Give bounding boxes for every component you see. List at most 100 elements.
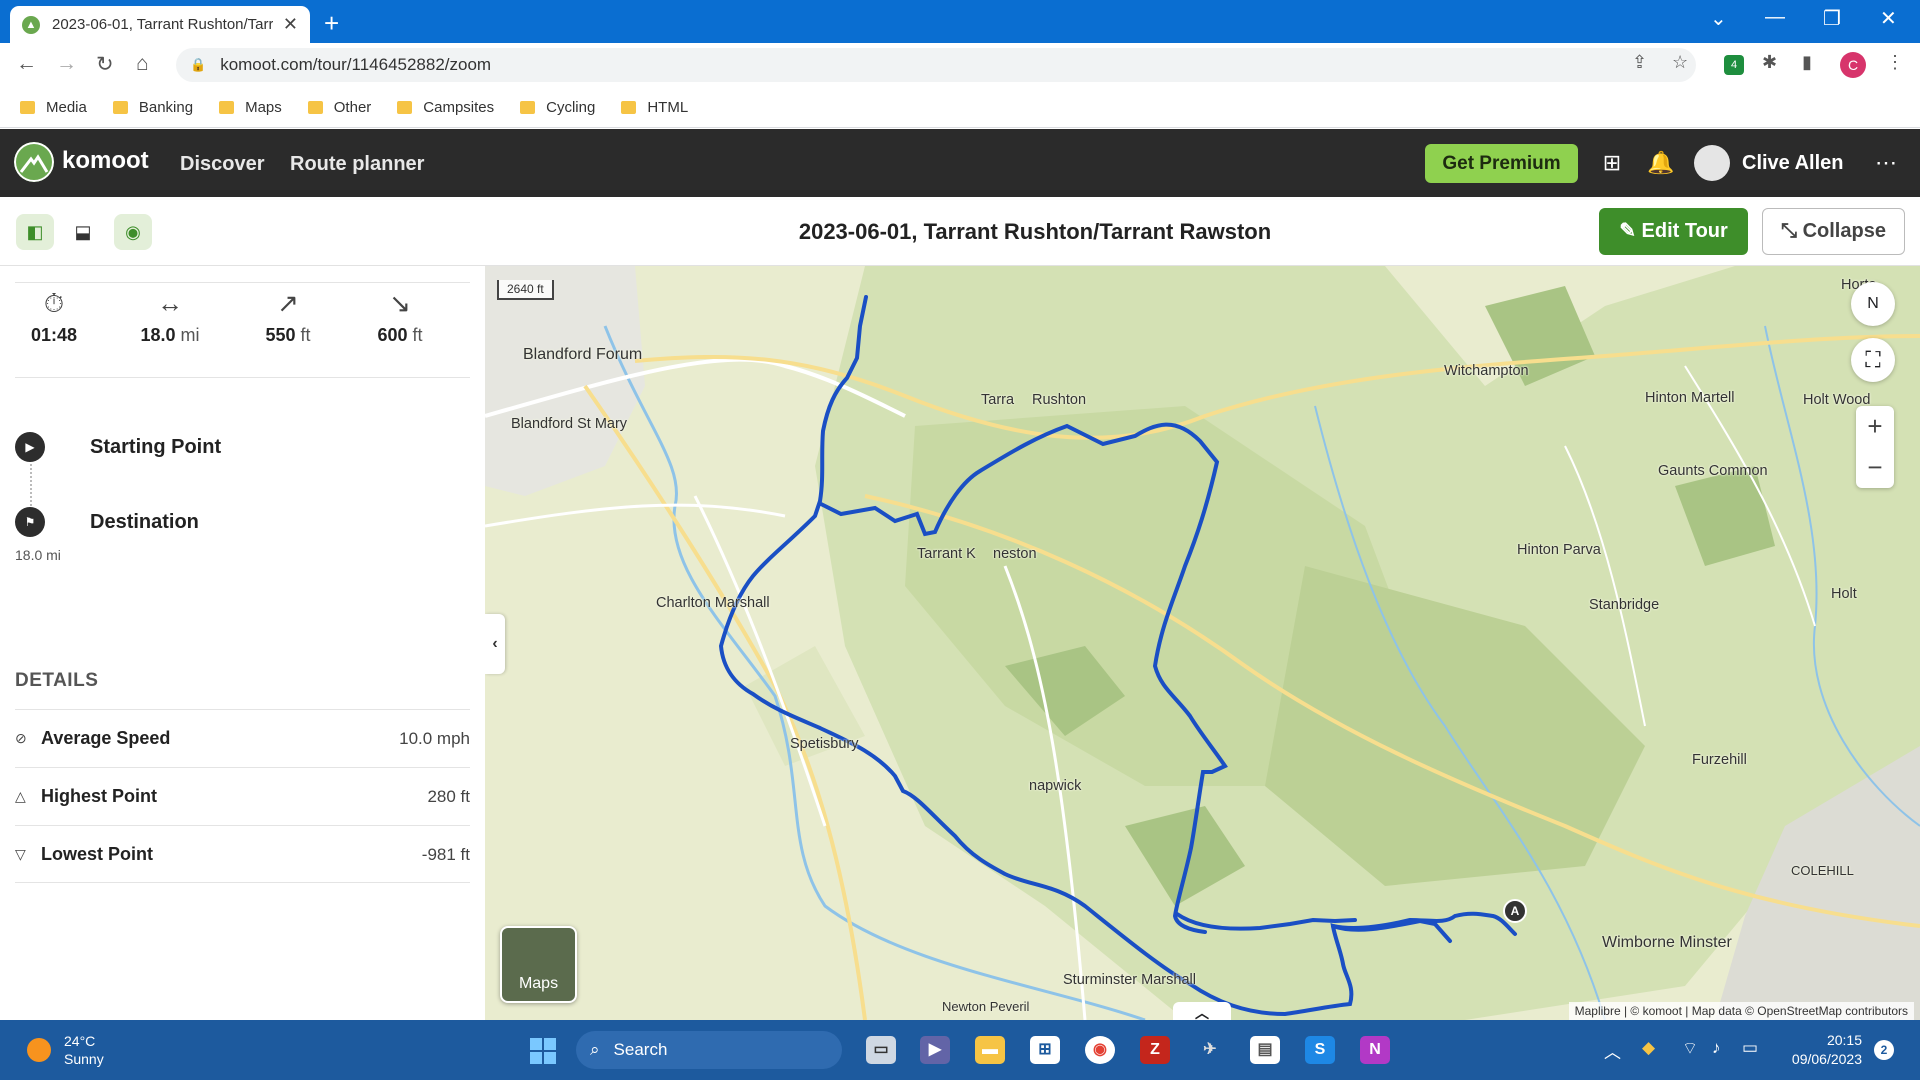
- zoom-controls: + −: [1856, 406, 1894, 488]
- collapse-sidebar-button[interactable]: ‹: [485, 614, 505, 674]
- weather-widget[interactable]: 24°C Sunny: [64, 1032, 104, 1068]
- nav-discover[interactable]: Discover: [180, 153, 265, 176]
- play-icon: ▶: [15, 432, 45, 462]
- bookmark-maps[interactable]: Maps: [219, 99, 282, 116]
- taskbar-search[interactable]: ⌕ Search: [576, 1031, 842, 1069]
- bookmark-campsites[interactable]: Campsites: [397, 99, 494, 116]
- place-label: Hinton Parva: [1517, 542, 1601, 558]
- stat-downhill: ↘ 600 ft: [345, 283, 455, 346]
- file-explorer-icon[interactable]: ▬: [975, 1036, 1005, 1064]
- user-name[interactable]: Clive Allen: [1742, 152, 1844, 175]
- notification-badge[interactable]: 2: [1874, 1040, 1894, 1060]
- tour-sidebar: ⏱ 01:48 ↔ 18.0 mi ↗ 550 ft ↘ 600 ft ▶ St…: [0, 266, 485, 1020]
- share-icon[interactable]: ⇪: [1632, 52, 1647, 73]
- create-plus-icon[interactable]: ⊞: [1596, 147, 1628, 179]
- browser-menu-icon[interactable]: ⋮: [1886, 52, 1904, 73]
- tour-map[interactable]: 2640 ft Blandford Forum Blandford St Mar…: [485, 266, 1920, 1020]
- bookmark-media[interactable]: Media: [20, 99, 87, 116]
- folder-icon: [520, 100, 536, 114]
- lock-icon[interactable]: 🔒: [190, 57, 206, 73]
- task-view-icon[interactable]: ▭: [866, 1036, 896, 1064]
- place-label: Sturminster Marshall: [1063, 972, 1196, 988]
- onenote-icon[interactable]: N: [1360, 1036, 1390, 1064]
- extensions-puzzle-icon[interactable]: ✱: [1762, 52, 1777, 73]
- volume-icon[interactable]: ♪: [1712, 1038, 1721, 1058]
- more-menu-icon[interactable]: ⋯: [1870, 147, 1902, 179]
- close-window-icon[interactable]: ✕: [1880, 6, 1897, 31]
- browser-tab-strip: ▲ 2023-06-01, Tarrant Rushton/Tarr ✕ + ⌄…: [0, 0, 1920, 43]
- side-panel-icon[interactable]: ▮: [1802, 52, 1812, 73]
- wifi-icon[interactable]: ⌔: [1682, 1038, 1698, 1059]
- bookmark-star-icon[interactable]: ☆: [1672, 52, 1688, 73]
- get-premium-button[interactable]: Get Premium: [1425, 144, 1578, 183]
- route-connector: [30, 464, 32, 506]
- home-icon[interactable]: ⌂: [136, 52, 149, 76]
- folder-icon: [621, 100, 637, 114]
- windows-start-icon[interactable]: [530, 1038, 556, 1064]
- profile-avatar[interactable]: C: [1840, 52, 1866, 78]
- address-bar[interactable]: 🔒 komoot.com/tour/1146452882/zoom: [176, 48, 1696, 82]
- place-label: COLEHILL: [1791, 863, 1854, 878]
- waypoint-destination[interactable]: ⚑ Destination: [15, 507, 199, 537]
- extension-shield-icon[interactable]: 4: [1724, 55, 1744, 75]
- bookmark-cycling[interactable]: Cycling: [520, 99, 595, 116]
- place-label: Blandford Forum: [523, 346, 643, 363]
- bookmark-html[interactable]: HTML: [621, 99, 688, 116]
- fit-route-button[interactable]: ⛶: [1851, 338, 1895, 382]
- triangle-up-icon: △: [15, 788, 26, 804]
- filezilla-icon[interactable]: Z: [1140, 1036, 1170, 1064]
- stat-distance: ↔ 18.0 mi: [115, 283, 225, 346]
- place-label: Charlton Marshall: [656, 595, 770, 611]
- notepad-icon[interactable]: ▤: [1250, 1036, 1280, 1064]
- bookmark-other[interactable]: Other: [307, 99, 371, 116]
- expand-profile-button[interactable]: ︿: [1173, 1002, 1231, 1020]
- tour-toolbar: ◧ ⬓ ◉ 2023-06-01, Tarrant Rushton/Tarran…: [0, 197, 1920, 266]
- battery-icon[interactable]: ▭: [1742, 1038, 1758, 1058]
- flag-icon: ⚑: [15, 507, 45, 537]
- nav-route-planner[interactable]: Route planner: [290, 153, 424, 176]
- edit-tour-button[interactable]: ✎ Edit Tour: [1599, 208, 1748, 255]
- komoot-wordmark[interactable]: komoot: [62, 147, 149, 175]
- divider: [15, 882, 470, 883]
- uphill-arrow-icon: ↗: [277, 288, 299, 318]
- new-tab-icon[interactable]: +: [324, 8, 339, 39]
- notifications-bell-icon[interactable]: 🔔: [1645, 147, 1677, 179]
- zoom-in-button[interactable]: +: [1856, 406, 1894, 447]
- skype-icon[interactable]: S: [1305, 1036, 1335, 1064]
- place-label: Hinton Martell: [1645, 390, 1735, 406]
- restore-icon[interactable]: ❐: [1823, 6, 1841, 31]
- bookmark-banking[interactable]: Banking: [112, 99, 193, 116]
- teams-icon[interactable]: ▶: [920, 1036, 950, 1064]
- tray-overflow-icon[interactable]: ︿: [1604, 1038, 1621, 1063]
- minimize-icon[interactable]: —: [1765, 6, 1785, 29]
- collapse-button[interactable]: ⤡ Collapse: [1762, 208, 1905, 255]
- bookmarks-bar: Media Banking Maps Other Campsites Cycli…: [0, 87, 1920, 128]
- place-label: Rushton: [1032, 392, 1087, 408]
- compass-button[interactable]: N: [1851, 282, 1895, 326]
- collapse-arrows-icon: ⤡: [1781, 220, 1803, 242]
- tab-search-icon[interactable]: ⌄: [1710, 6, 1727, 31]
- map-layers-button[interactable]: Maps: [500, 926, 577, 1003]
- place-label: napwick: [1029, 778, 1082, 794]
- place-label: Spetisbury: [790, 736, 859, 752]
- map-canvas[interactable]: [485, 266, 1920, 1020]
- store-icon[interactable]: ⊞: [1030, 1036, 1060, 1064]
- user-avatar[interactable]: [1694, 145, 1730, 181]
- reload-icon[interactable]: ↻: [96, 52, 114, 77]
- back-icon[interactable]: ←: [16, 52, 37, 76]
- folder-icon: [112, 100, 128, 114]
- tray-app-icon[interactable]: ◆: [1642, 1038, 1655, 1058]
- chrome-icon[interactable]: ◉: [1085, 1036, 1115, 1064]
- close-tab-icon[interactable]: ✕: [283, 14, 298, 35]
- forward-icon[interactable]: →: [56, 52, 77, 76]
- komoot-logo-icon[interactable]: [14, 142, 54, 182]
- sun-icon[interactable]: [27, 1038, 51, 1062]
- place-label: Witchampton: [1444, 363, 1529, 379]
- app-icon[interactable]: ✈: [1195, 1036, 1225, 1064]
- zoom-out-button[interactable]: −: [1856, 447, 1894, 488]
- waypoint-start[interactable]: ▶ Starting Point: [15, 432, 221, 462]
- destination-distance: 18.0 mi: [15, 547, 61, 563]
- system-clock[interactable]: 20:15 09/06/2023: [1782, 1031, 1862, 1069]
- browser-tab[interactable]: ▲ 2023-06-01, Tarrant Rushton/Tarr ✕: [10, 6, 310, 43]
- route-marker-a[interactable]: A: [1503, 899, 1527, 923]
